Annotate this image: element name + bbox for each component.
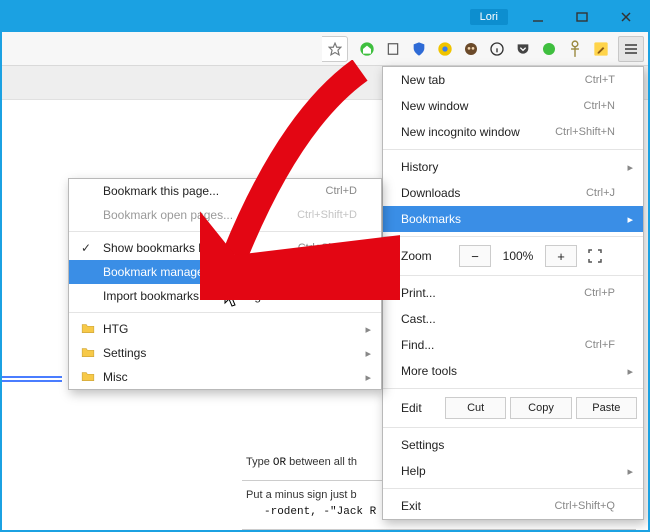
content-divider xyxy=(2,376,62,382)
menu-bookmarks[interactable]: Bookmarks xyxy=(383,206,643,232)
menu-cast[interactable]: Cast... xyxy=(383,306,643,332)
menu-find[interactable]: Find...Ctrl+F xyxy=(383,332,643,358)
fullscreen-icon[interactable] xyxy=(581,245,609,267)
window-titlebar: Lori xyxy=(2,2,648,32)
menu-new-tab[interactable]: New tabCtrl+T xyxy=(383,67,643,93)
menu-more-tools[interactable]: More tools xyxy=(383,358,643,384)
bookmark-folder-settings[interactable]: Settings xyxy=(69,341,381,365)
bookmarks-submenu: Bookmark this page...Ctrl+D Bookmark ope… xyxy=(68,178,382,390)
chrome-menu-button[interactable] xyxy=(618,36,644,62)
zoom-percent: 100% xyxy=(495,249,541,263)
menu-edit-row: Edit Cut Copy Paste xyxy=(383,393,643,423)
menu-history[interactable]: History xyxy=(383,154,643,180)
profile-chip[interactable]: Lori xyxy=(470,9,508,25)
chrome-ext-icon[interactable] xyxy=(434,38,456,60)
folder-icon xyxy=(81,370,95,385)
menu-help[interactable]: Help xyxy=(383,458,643,484)
shield-ext-icon[interactable] xyxy=(408,38,430,60)
edit-cut-button[interactable]: Cut xyxy=(445,397,506,419)
zoom-out-button[interactable]: − xyxy=(459,245,491,267)
menu-downloads[interactable]: DownloadsCtrl+J xyxy=(383,180,643,206)
menu-print[interactable]: Print...Ctrl+P xyxy=(383,280,643,306)
green-dot-ext-icon[interactable] xyxy=(538,38,560,60)
menu-incognito[interactable]: New incognito windowCtrl+Shift+N xyxy=(383,119,643,145)
bookmark-star-icon[interactable] xyxy=(322,36,348,62)
bookmark-folder-misc[interactable]: Misc xyxy=(69,365,381,389)
submenu-bookmark-page[interactable]: Bookmark this page...Ctrl+D xyxy=(69,179,381,203)
pocket-ext-icon[interactable] xyxy=(512,38,534,60)
chrome-main-menu: New tabCtrl+T New windowCtrl+N New incog… xyxy=(382,66,644,520)
window-close-button[interactable] xyxy=(604,5,648,29)
menu-new-window[interactable]: New windowCtrl+N xyxy=(383,93,643,119)
menu-exit[interactable]: ExitCtrl+Shift+Q xyxy=(383,493,643,519)
folder-icon xyxy=(81,346,95,361)
ankh-ext-icon[interactable] xyxy=(564,38,586,60)
browser-toolbar xyxy=(2,32,648,66)
page-ext-icon[interactable] xyxy=(382,38,404,60)
menu-zoom-row: Zoom − 100% + xyxy=(383,241,643,271)
home-ext-icon[interactable] xyxy=(356,38,378,60)
window-minimize-button[interactable] xyxy=(516,5,560,29)
submenu-import-bookmarks[interactable]: Import bookmarks and settings... xyxy=(69,284,381,308)
edit-copy-button[interactable]: Copy xyxy=(510,397,571,419)
monkey-ext-icon[interactable] xyxy=(460,38,482,60)
folder-icon xyxy=(81,322,95,337)
edit-paste-button[interactable]: Paste xyxy=(576,397,637,419)
info-ext-icon[interactable] xyxy=(486,38,508,60)
pencil-ext-icon[interactable] xyxy=(590,38,612,60)
bookmark-folder-htg[interactable]: HTG xyxy=(69,317,381,341)
window-maximize-button[interactable] xyxy=(560,5,604,29)
submenu-bookmark-open-pages: Bookmark open pages...Ctrl+Shift+D xyxy=(69,203,381,227)
menu-settings[interactable]: Settings xyxy=(383,432,643,458)
zoom-in-button[interactable]: + xyxy=(545,245,577,267)
submenu-bookmark-manager[interactable]: Bookmark managerCtrl+Shift+O xyxy=(69,260,381,284)
submenu-show-bookmarks-bar[interactable]: ✓Show bookmarks barCtrl+Shift+B xyxy=(69,236,381,260)
